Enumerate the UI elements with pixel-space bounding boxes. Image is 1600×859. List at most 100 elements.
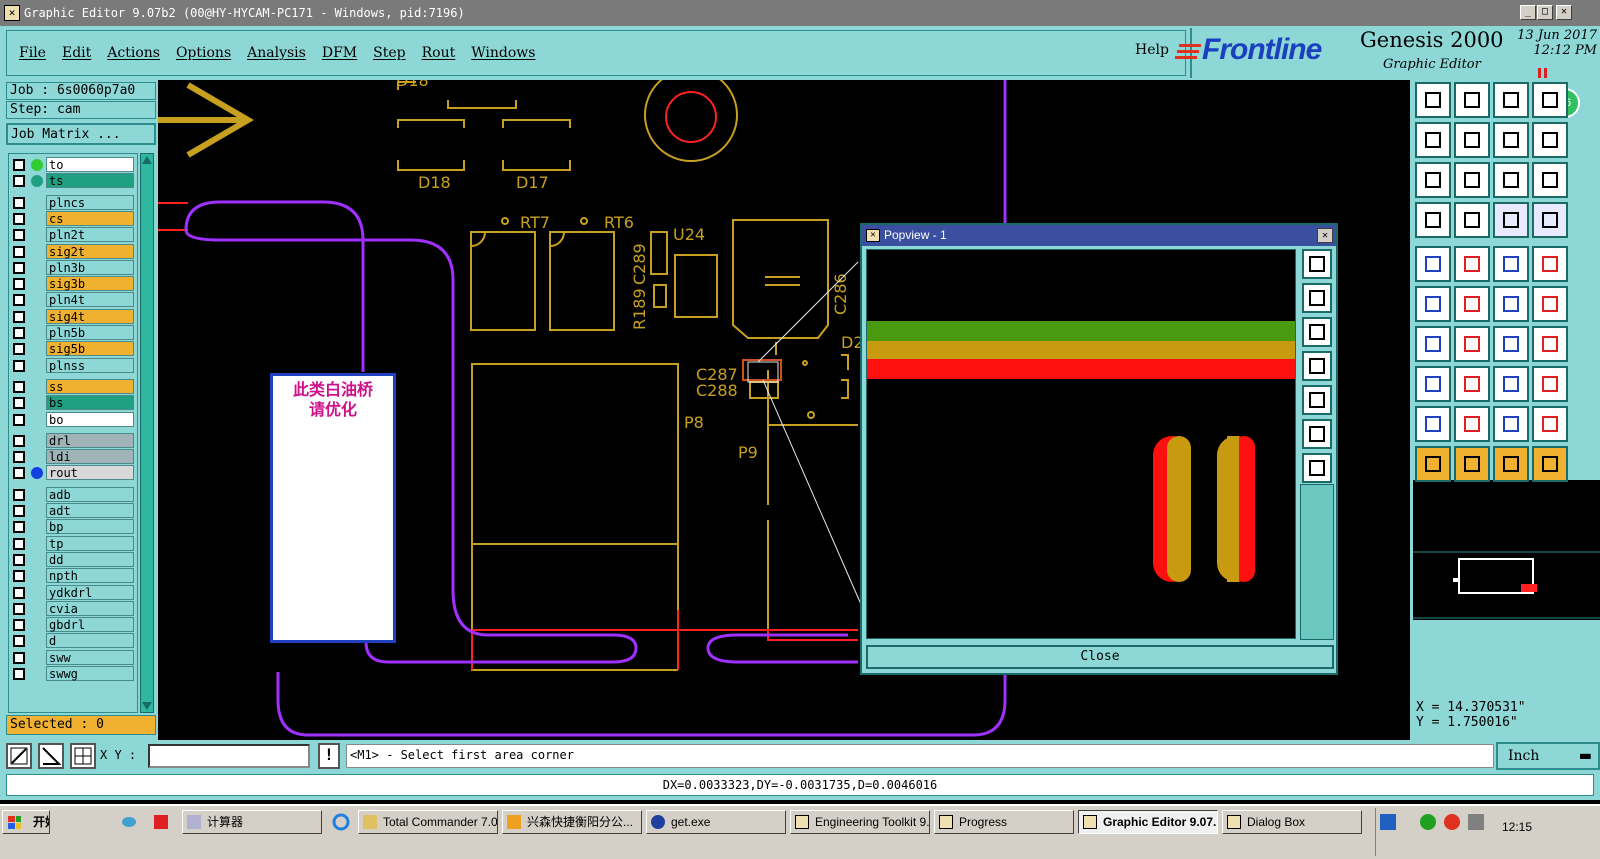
zoom-fit-icon[interactable] xyxy=(1493,122,1529,158)
start-button[interactable]: 开始 xyxy=(2,810,50,834)
tray-volume-icon[interactable] xyxy=(1468,814,1484,830)
layer-row-adb[interactable]: adb xyxy=(11,486,139,503)
app-icon[interactable]: ✕ xyxy=(4,5,20,21)
tray-network-icon[interactable] xyxy=(1420,814,1436,830)
layer-row-pln5b[interactable]: pln5b xyxy=(11,325,139,341)
layer-row-rout[interactable]: rout xyxy=(11,465,139,481)
layer-name[interactable]: adb xyxy=(46,486,134,502)
menu-options[interactable]: Options xyxy=(176,45,231,61)
layer-checkbox[interactable] xyxy=(13,570,25,583)
pop-prev-icon[interactable] xyxy=(1302,351,1332,381)
layer-row-adt[interactable]: adt xyxy=(11,503,139,519)
measure-icon[interactable] xyxy=(1532,406,1568,442)
layer-checkbox[interactable] xyxy=(13,586,25,599)
layer-name[interactable]: drl xyxy=(46,432,134,448)
layer-name[interactable]: tp xyxy=(46,535,134,551)
menu-step[interactable]: Step xyxy=(373,45,405,61)
layer-row-d[interactable]: d xyxy=(11,633,139,649)
minimize-button[interactable]: _ xyxy=(1520,5,1536,20)
polygon-icon[interactable] xyxy=(1493,406,1529,442)
layer-name[interactable]: adt xyxy=(46,503,134,518)
pan-icon[interactable] xyxy=(1415,162,1451,198)
layer-checkbox[interactable] xyxy=(13,668,25,680)
layer-checkbox[interactable] xyxy=(13,434,25,447)
fill-icon[interactable] xyxy=(1532,326,1568,362)
attribute-icon[interactable] xyxy=(1532,366,1568,402)
grid-toggle-icon[interactable] xyxy=(1454,202,1490,238)
pop-zoom-icon[interactable] xyxy=(1302,249,1332,279)
arc-icon[interactable] xyxy=(1493,326,1529,362)
layer-checkbox[interactable] xyxy=(13,327,25,339)
layer-name[interactable]: sig3b xyxy=(46,276,134,292)
layer-row-tp[interactable]: tp xyxy=(11,535,139,552)
menu-windows[interactable]: Windows xyxy=(471,45,535,61)
alert-icon[interactable]: ! xyxy=(318,743,340,769)
task-dialog-box[interactable]: Dialog Box xyxy=(1222,810,1362,834)
task-total-commander[interactable]: Total Commander 7.0... xyxy=(358,810,498,834)
add-surface-icon[interactable] xyxy=(1415,286,1451,322)
layer-row-swwg[interactable]: swwg xyxy=(11,666,139,682)
overview-map[interactable] xyxy=(1413,480,1600,620)
pop-import-icon[interactable] xyxy=(1302,317,1332,347)
layer-name[interactable]: d xyxy=(46,633,134,649)
ruler-icon[interactable] xyxy=(1493,246,1529,282)
task-graphic-editor[interactable]: Graphic Editor 9.07... xyxy=(1078,810,1218,834)
save-icon[interactable] xyxy=(1454,82,1490,118)
layer-name[interactable]: ts xyxy=(46,173,134,189)
layer-row-ss[interactable]: ss xyxy=(11,378,139,395)
layer-row-ldi[interactable]: ldi xyxy=(11,449,139,465)
maximize-button[interactable]: □ xyxy=(1537,5,1553,20)
task-xingsen[interactable]: 兴森快捷衡阳分公... xyxy=(502,810,642,834)
layer-row-sig2t[interactable]: sig2t xyxy=(11,243,139,260)
layer-name[interactable]: dd xyxy=(46,551,134,567)
copy-icon[interactable] xyxy=(1532,286,1568,322)
layer-name[interactable]: sig5b xyxy=(46,341,134,357)
layer-checkbox[interactable] xyxy=(13,175,25,188)
pause-icon[interactable] xyxy=(1538,63,1548,78)
display-icon[interactable] xyxy=(1415,82,1451,118)
layer-name[interactable]: cvia xyxy=(46,600,134,616)
layer-row-bs[interactable]: bs xyxy=(11,395,139,411)
layer-checkbox[interactable] xyxy=(13,602,25,615)
quicklaunch-1-icon[interactable] xyxy=(120,813,138,831)
menu-dfm[interactable]: DFM xyxy=(322,45,357,61)
layer-checkbox[interactable] xyxy=(13,229,25,242)
ie-icon[interactable] xyxy=(332,813,350,831)
zoom-out-icon[interactable] xyxy=(1454,122,1490,158)
home-icon[interactable] xyxy=(1493,82,1529,118)
layer-checkbox[interactable] xyxy=(13,278,25,291)
layer-name[interactable]: pln5b xyxy=(46,325,134,340)
add-pad-icon[interactable] xyxy=(1415,246,1451,282)
unit-selector[interactable]: Inch ▬ xyxy=(1496,742,1600,770)
layer-name[interactable]: plnss xyxy=(46,357,134,373)
layer-checkbox[interactable] xyxy=(13,212,25,225)
layer-row-ts[interactable]: ts xyxy=(11,173,139,189)
grid-icon[interactable] xyxy=(70,743,96,769)
pop-next-icon[interactable] xyxy=(1302,385,1332,415)
layer-row-drl[interactable]: drl xyxy=(11,432,139,449)
task-progress[interactable]: Progress xyxy=(934,810,1074,834)
layer-row-pln4t[interactable]: pln4t xyxy=(11,292,139,308)
select-area-icon[interactable] xyxy=(1454,446,1490,482)
xy-input[interactable] xyxy=(148,744,310,768)
popview-close-icon[interactable]: ✕ xyxy=(1317,228,1333,243)
layer-row-npth[interactable]: npth xyxy=(11,568,139,584)
menu-help[interactable]: Help xyxy=(1135,42,1169,58)
status-icon[interactable] xyxy=(1532,82,1568,118)
layer-checkbox[interactable] xyxy=(13,651,25,664)
layer-name[interactable]: pln3b xyxy=(46,259,134,275)
layer-row-sig3b[interactable]: sig3b xyxy=(11,276,139,292)
layer-name[interactable]: bp xyxy=(46,519,134,535)
layer-checkbox[interactable] xyxy=(13,261,25,274)
tray-security-icon[interactable] xyxy=(1444,814,1460,830)
layer-config-icon[interactable] xyxy=(1532,202,1568,238)
layer-row-plnss[interactable]: plnss xyxy=(11,357,139,374)
select-connect-icon[interactable] xyxy=(1532,446,1568,482)
task-get-exe[interactable]: get.exe xyxy=(646,810,786,834)
stretch-icon[interactable] xyxy=(1493,366,1529,402)
layer-name[interactable]: to xyxy=(46,157,134,172)
layer-checkbox[interactable] xyxy=(13,196,25,209)
layer-view-icon[interactable] xyxy=(1493,202,1529,238)
layer-name[interactable]: rout xyxy=(46,465,134,481)
layer-name[interactable]: gbdrl xyxy=(46,617,134,633)
